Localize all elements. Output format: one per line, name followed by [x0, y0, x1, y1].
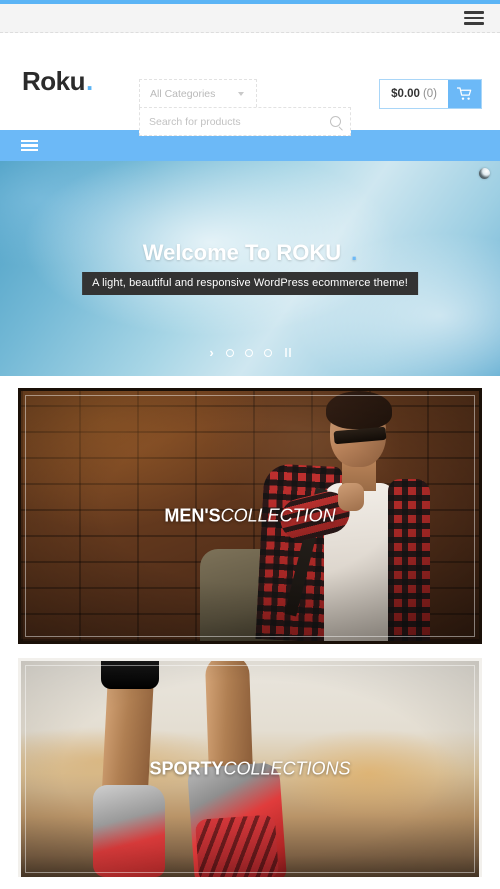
search-box[interactable]: [139, 107, 351, 136]
hero-title-text: Welcome To ROKU: [142, 240, 342, 265]
burger-line: [464, 11, 484, 14]
category-select-value: All Categories: [150, 87, 216, 100]
chevron-down-icon: [238, 91, 244, 96]
burger-line: [21, 149, 38, 152]
slider-next-button[interactable]: ›: [209, 346, 213, 359]
promo-caption-mens: MEN'SCOLLECTION: [21, 506, 479, 527]
top-bar: [0, 4, 500, 33]
promo-banner-mens-collection[interactable]: MEN'SCOLLECTION: [18, 388, 482, 644]
site-header: Roku. All Categories $0.00(0): [0, 33, 500, 136]
promo-caption-italic: COLLECTION: [220, 505, 336, 526]
burger-line: [464, 22, 484, 25]
category-select[interactable]: All Categories: [139, 79, 257, 107]
hamburger-menu-icon[interactable]: [21, 139, 38, 152]
promo-banner-area: MEN'SCOLLECTION SPORTYCOLLECTIONS: [0, 376, 500, 877]
product-search-group: All Categories: [139, 79, 351, 136]
pause-bar: [284, 348, 287, 357]
burger-line: [21, 139, 38, 142]
cart-count: (0): [422, 88, 437, 100]
hero-subtitle: A light, beautiful and responsive WordPr…: [82, 272, 418, 295]
pause-bar: [288, 348, 291, 357]
burger-line: [464, 16, 484, 20]
promo-caption-bold: MEN'S: [164, 505, 221, 526]
hero-slider: Welcome To ROKU. A light, beautiful and …: [0, 161, 500, 376]
slider-dot-3[interactable]: [263, 348, 272, 357]
hero-title-dot: .: [351, 240, 358, 265]
site-logo[interactable]: Roku.: [22, 64, 94, 97]
slider-pause-button[interactable]: [284, 348, 291, 357]
shopping-cart-icon: [457, 87, 472, 100]
promo-banner-sporty-collections[interactable]: SPORTYCOLLECTIONS: [18, 658, 482, 877]
burger-line: [21, 144, 38, 147]
cart-total: $0.00 (0): [380, 80, 448, 108]
hamburger-menu-icon[interactable]: [464, 11, 484, 25]
search-input[interactable]: [149, 115, 330, 128]
slider-settings-icon[interactable]: [479, 168, 490, 179]
promo-caption-bold: SPORTY: [149, 758, 224, 779]
slider-dot-2[interactable]: [244, 348, 253, 357]
slider-controls: ›: [0, 346, 500, 359]
cart-widget[interactable]: $0.00 (0): [379, 79, 482, 109]
logo-dot: .: [85, 64, 94, 97]
search-icon[interactable]: [330, 116, 341, 127]
hero-title: Welcome To ROKU.: [0, 240, 500, 266]
cart-amount: $0.00: [391, 88, 420, 100]
promo-caption-sporty: SPORTYCOLLECTIONS: [21, 759, 479, 780]
promo-caption-italic: COLLECTIONS: [223, 758, 351, 779]
cart-button[interactable]: [448, 80, 481, 108]
slider-dot-1[interactable]: [225, 348, 234, 357]
logo-text: Roku: [22, 65, 86, 96]
